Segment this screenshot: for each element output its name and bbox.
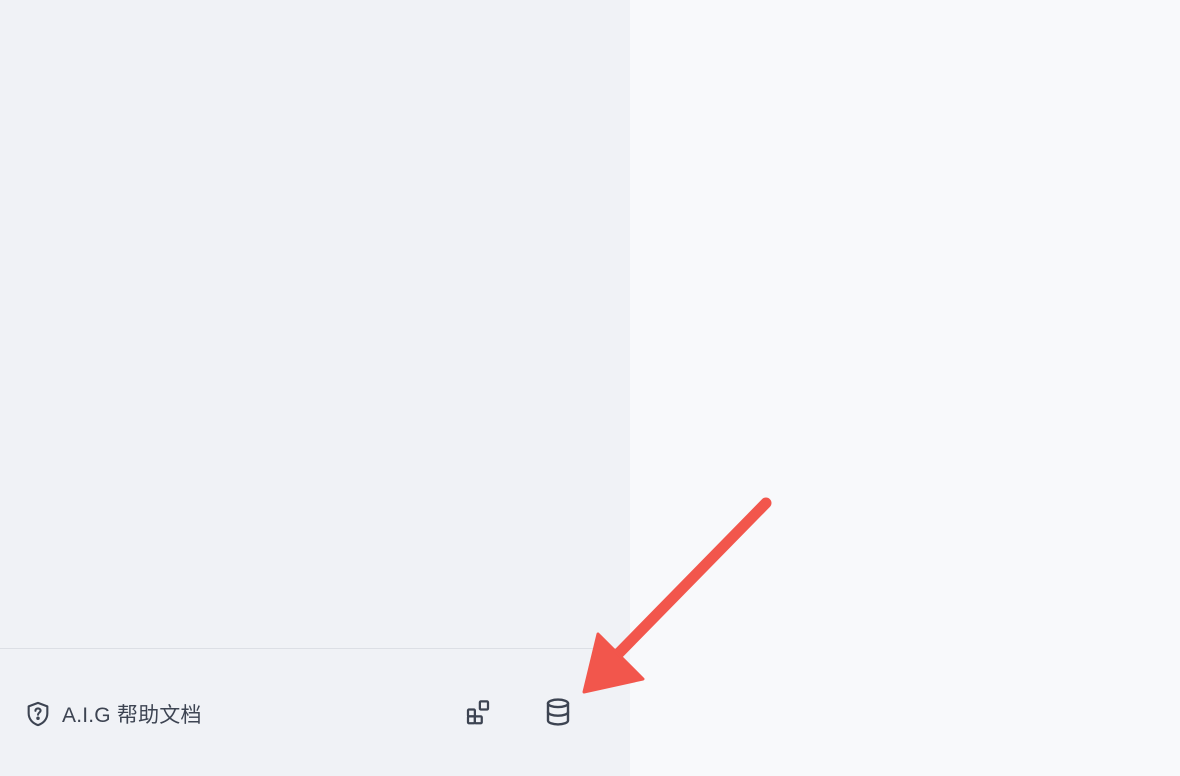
shield-question-icon (24, 700, 52, 728)
app-screen: A.I.G 帮助文档 (0, 0, 1180, 776)
main-content-area (630, 0, 1180, 776)
sidebar-content-area (0, 0, 630, 648)
help-docs-label: A.I.G 帮助文档 (62, 704, 202, 727)
sidebar: A.I.G 帮助文档 (0, 0, 630, 776)
plugins-grid-icon (463, 697, 493, 732)
plugins-button[interactable] (460, 696, 496, 732)
database-button[interactable] (540, 696, 576, 732)
help-docs-link[interactable]: A.I.G 帮助文档 (24, 699, 202, 729)
database-icon (542, 696, 574, 733)
sidebar-footer: A.I.G 帮助文档 (0, 649, 630, 776)
